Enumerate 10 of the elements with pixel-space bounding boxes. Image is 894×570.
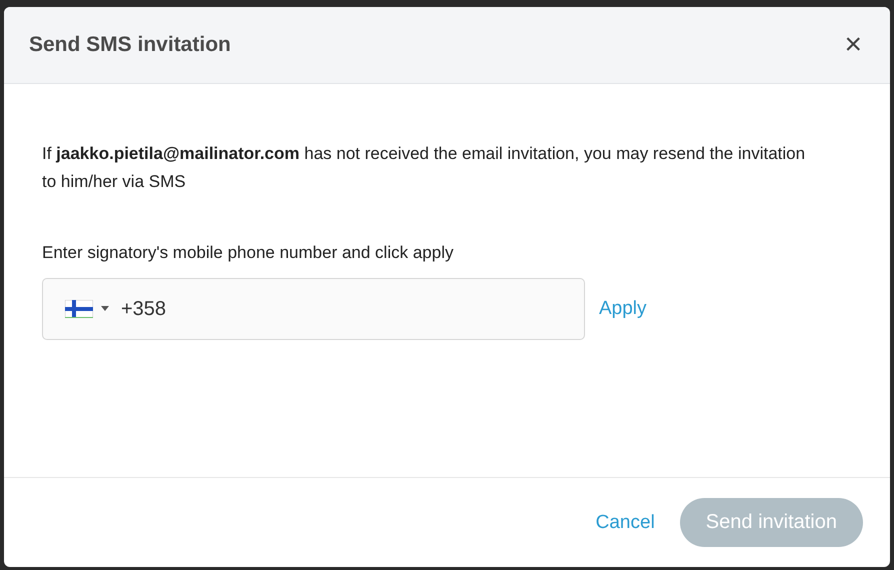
dialog-title: Send SMS invitation: [29, 33, 231, 57]
cancel-link[interactable]: Cancel: [596, 512, 655, 534]
close-button[interactable]: ×: [840, 30, 866, 60]
phone-field[interactable]: +358: [42, 278, 585, 340]
phone-value: +358: [121, 298, 166, 320]
message-text: If jaakko.pietila@mailinator.com has not received the email invitation, you may resend the invitation to him/her via SMS: [42, 143, 806, 193]
flag-icon[interactable]: [65, 300, 93, 318]
apply-link[interactable]: Apply: [599, 298, 647, 320]
phone-label: Enter signatory's mobile phone number and click apply: [42, 243, 454, 263]
caret-icon[interactable]: [101, 306, 109, 312]
